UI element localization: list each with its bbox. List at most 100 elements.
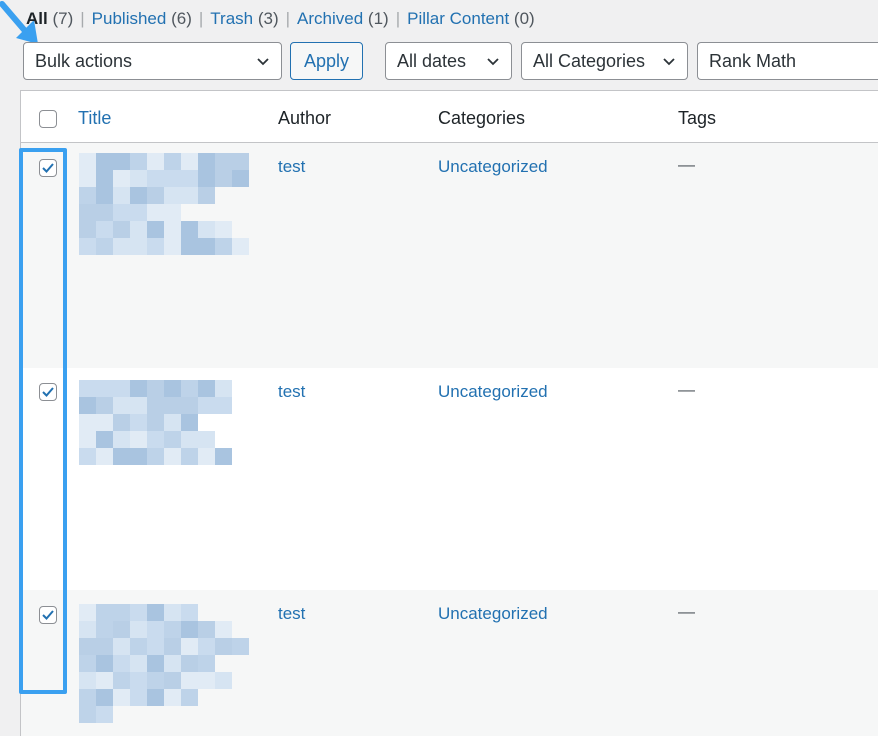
row-tags: — — [678, 380, 695, 399]
blur-pixel — [113, 414, 130, 431]
blur-pixel — [113, 448, 130, 465]
blur-pixel — [79, 448, 96, 465]
blur-pixel — [79, 238, 96, 255]
blur-pixel — [79, 397, 96, 414]
row-author-link[interactable]: test — [278, 382, 305, 402]
blur-pixel — [113, 153, 130, 170]
blur-pixel — [113, 204, 130, 221]
blur-pixel — [215, 170, 232, 187]
blur-pixel — [96, 221, 113, 238]
blur-pixel — [215, 448, 232, 465]
blur-pixel — [113, 621, 130, 638]
table-row: test Uncategorized — — [21, 590, 878, 736]
chevron-down-icon — [487, 58, 499, 66]
blur-pixel — [96, 689, 113, 706]
blur-pixel — [130, 621, 147, 638]
blur-pixel — [79, 170, 96, 187]
blur-pixel — [181, 170, 198, 187]
blur-pixel — [164, 655, 181, 672]
posts-table: Title Author Categories Tags test Uncate… — [20, 90, 878, 736]
blur-pixel — [147, 604, 164, 621]
blur-pixel — [130, 397, 147, 414]
blur-pixel — [181, 153, 198, 170]
view-all[interactable]: All (7) — [26, 9, 73, 29]
blur-pixel — [164, 604, 181, 621]
blur-pixel — [147, 238, 164, 255]
select-all-checkbox[interactable] — [39, 110, 57, 128]
blur-pixel — [113, 397, 130, 414]
row-category-link[interactable]: Uncategorized — [438, 604, 548, 624]
column-title[interactable]: Title — [78, 108, 111, 129]
blur-pixel — [79, 153, 96, 170]
blur-pixel — [130, 204, 147, 221]
blur-pixel — [79, 204, 96, 221]
blur-pixel — [164, 221, 181, 238]
blur-pixel — [79, 414, 96, 431]
blur-pixel — [198, 153, 215, 170]
blur-pixel — [130, 187, 147, 204]
blur-pixel — [147, 431, 164, 448]
row-category-link[interactable]: Uncategorized — [438, 157, 548, 177]
blur-pixel — [181, 380, 198, 397]
blur-pixel — [130, 448, 147, 465]
blur-pixel — [79, 604, 96, 621]
blur-pixel — [147, 448, 164, 465]
blur-pixel — [181, 689, 198, 706]
blur-pixel — [215, 380, 232, 397]
rank-math-filter-select[interactable]: Rank Math — [697, 42, 878, 80]
blur-pixel — [147, 170, 164, 187]
blur-pixel — [147, 655, 164, 672]
blur-pixel — [147, 397, 164, 414]
dates-filter-select[interactable]: All dates — [385, 42, 512, 80]
view-published[interactable]: Published (6) — [92, 9, 192, 29]
blur-pixel — [79, 655, 96, 672]
bulk-actions-select[interactable]: Bulk actions — [23, 42, 282, 80]
blur-pixel — [164, 187, 181, 204]
blur-pixel — [198, 431, 215, 448]
blur-pixel — [96, 604, 113, 621]
blur-pixel — [79, 638, 96, 655]
view-archived[interactable]: Archived (1) — [297, 9, 389, 29]
categories-filter-select[interactable]: All Categories — [521, 42, 688, 80]
blur-pixel — [164, 414, 181, 431]
blur-pixel — [96, 655, 113, 672]
column-categories: Categories — [438, 108, 526, 128]
blur-pixel — [113, 655, 130, 672]
view-pillar-content[interactable]: Pillar Content (0) — [407, 9, 535, 29]
status-views: All (7) | Published (6) | Trash (3) | Archived… — [26, 9, 535, 29]
blur-pixel — [198, 621, 215, 638]
blur-pixel — [164, 672, 181, 689]
view-trash[interactable]: Trash (3) — [210, 9, 278, 29]
blur-pixel — [164, 397, 181, 414]
blur-pixel — [164, 689, 181, 706]
blur-pixel — [164, 204, 181, 221]
blur-pixel — [96, 170, 113, 187]
blur-pixel — [113, 689, 130, 706]
blur-pixel — [147, 414, 164, 431]
blur-pixel — [181, 604, 198, 621]
blur-pixel — [181, 397, 198, 414]
blur-pixel — [130, 655, 147, 672]
blur-pixel — [79, 621, 96, 638]
blur-pixel — [181, 672, 198, 689]
blur-pixel — [130, 170, 147, 187]
checkbox-highlight-box — [19, 148, 67, 694]
blur-pixel — [215, 397, 232, 414]
blur-pixel — [130, 414, 147, 431]
blur-pixel — [147, 672, 164, 689]
blur-pixel — [198, 397, 215, 414]
row-author-link[interactable]: test — [278, 157, 305, 177]
blur-pixel — [232, 153, 249, 170]
blur-pixel — [181, 221, 198, 238]
blur-pixel — [164, 448, 181, 465]
blur-pixel — [181, 638, 198, 655]
apply-button[interactable]: Apply — [290, 42, 363, 80]
blur-pixel — [198, 187, 215, 204]
blur-pixel — [147, 638, 164, 655]
blur-pixel — [130, 431, 147, 448]
row-author-link[interactable]: test — [278, 604, 305, 624]
blur-pixel — [164, 621, 181, 638]
row-category-link[interactable]: Uncategorized — [438, 382, 548, 402]
blur-pixel — [198, 655, 215, 672]
blur-pixel — [96, 238, 113, 255]
